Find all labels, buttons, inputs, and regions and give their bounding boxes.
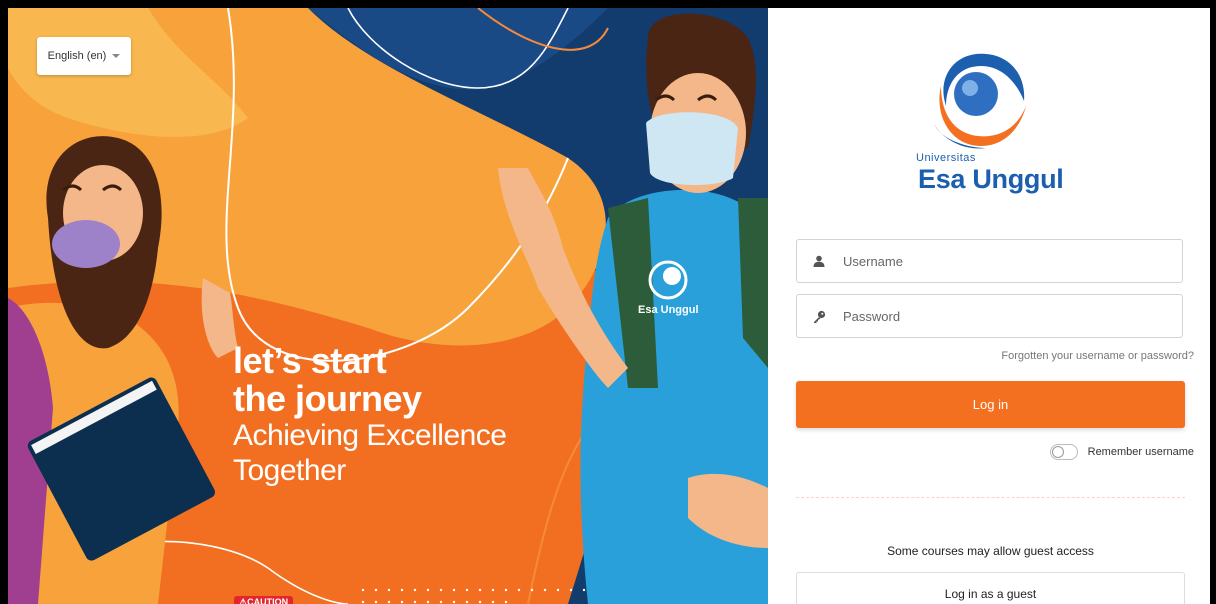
divider	[796, 497, 1185, 498]
language-label: English (en)	[47, 50, 107, 62]
remember-username-toggle[interactable]	[1049, 444, 1078, 460]
user-icon	[797, 255, 841, 267]
brand-name: Esa Unggul	[918, 164, 1064, 194]
forgot-password-link[interactable]: Forgotten your username or password?	[1001, 350, 1194, 362]
language-selector[interactable]: English (en)	[37, 37, 131, 75]
password-field[interactable]	[796, 294, 1183, 338]
remember-username: Remember username	[1049, 444, 1194, 460]
hero-banner: English (en) let’s start the journey Ach…	[8, 8, 768, 604]
login-panel: Universitas Esa Unggul Forgotten your us…	[768, 8, 1210, 604]
guest-access-text: Some courses may allow guest access	[887, 544, 1094, 558]
slogan-line-3: Achieving Excellence	[233, 419, 507, 452]
remember-username-label: Remember username	[1087, 446, 1194, 458]
slogan-line-1: let’s start	[233, 340, 387, 381]
shirt-logo-text: Esa Unggul	[638, 304, 699, 316]
username-field[interactable]	[796, 239, 1183, 283]
chevron-down-icon	[112, 54, 121, 58]
guest-login-button[interactable]: Log in as a guest	[796, 572, 1185, 604]
password-input[interactable]	[841, 307, 1165, 325]
key-icon	[797, 310, 841, 323]
brand-small-text: Universitas	[916, 152, 976, 164]
toggle-knob	[1051, 446, 1064, 458]
caution-badge: ⚠CAUTION	[234, 596, 294, 604]
username-input[interactable]	[841, 252, 1165, 270]
hero-slogan: let’s start the journey Achieving Excell…	[233, 342, 507, 488]
page-frame: English (en) let’s start the journey Ach…	[8, 8, 1210, 604]
slogan-line-4: Together	[233, 454, 346, 487]
slogan-line-2: the journey	[233, 378, 422, 419]
login-button[interactable]: Log in	[796, 381, 1185, 428]
